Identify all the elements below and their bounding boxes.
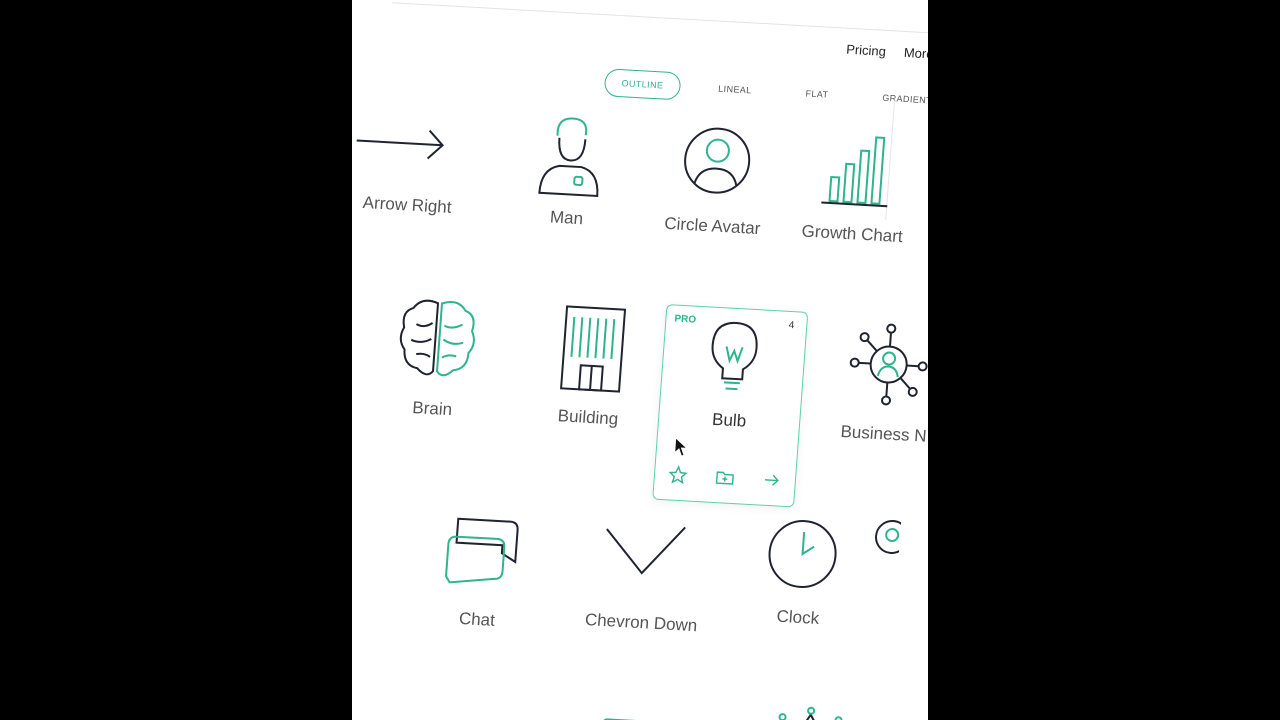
icon-label: Business N: [839, 421, 928, 446]
icon-label: Bulb: [711, 409, 747, 431]
nav-pricing-link[interactable]: Pricing: [846, 42, 887, 59]
top-nav: Pricing More: [846, 42, 928, 62]
tab-lineal[interactable]: LINEAL: [701, 75, 768, 105]
icon-card-brain[interactable]: Brain: [362, 291, 511, 423]
bulb-icon: [711, 321, 758, 391]
circle-avatar-icon: [684, 127, 751, 194]
icon-label: Chat: [458, 608, 496, 630]
icon-card-chat[interactable]: Chat: [406, 510, 554, 634]
growth-chart-icon: [821, 136, 888, 208]
nav-more-link[interactable]: More: [903, 45, 928, 62]
partial-cards-icon: [601, 718, 645, 720]
icon-label: Building: [557, 406, 619, 429]
business-network-icon: [849, 323, 928, 406]
icon-card-bulb[interactable]: PRO 4 Bulb: [652, 304, 809, 508]
arrow-right-icon: [356, 129, 444, 160]
icon-card-circle-avatar[interactable]: Circle Avatar: [642, 117, 790, 241]
icon-label: Chevron Down: [584, 609, 698, 636]
icon-card-building[interactable]: Building: [517, 300, 666, 432]
browser-viewport: Pricing More OUTLINE LINEAL FLAT GRADIEN…: [352, 0, 928, 720]
header-divider: [391, 2, 928, 34]
partial-crown-icon: [774, 706, 844, 720]
icon-card-chevron-down[interactable]: Chevron Down: [570, 513, 718, 637]
icon-library-page: Pricing More OUTLINE LINEAL FLAT GRADIEN…: [352, 0, 928, 720]
icon-card-growth-chart[interactable]: Growth Chart: [781, 125, 928, 249]
mouse-cursor-icon: [674, 436, 689, 457]
man-icon: [538, 117, 599, 198]
brain-icon: [399, 299, 475, 377]
card-actions: [654, 465, 795, 493]
icon-card-business-network[interactable]: Business N: [813, 317, 928, 449]
icon-label: Brain: [411, 398, 453, 420]
style-filter-tabs: OUTLINE LINEAL FLAT GRADIENT: [603, 68, 928, 115]
folder-icon[interactable]: [714, 468, 735, 489]
partial-icon: [875, 519, 902, 554]
tab-outline[interactable]: OUTLINE: [603, 68, 682, 101]
pro-badge: PRO: [674, 313, 697, 326]
arrow-right-icon[interactable]: [761, 471, 782, 492]
chevron-down-icon: [606, 526, 686, 575]
star-icon[interactable]: [668, 465, 689, 486]
clock-icon: [768, 520, 837, 588]
variant-count: 4: [788, 319, 795, 332]
chat-icon: [445, 517, 519, 584]
tab-gradient[interactable]: GRADIENT: [865, 84, 928, 114]
tab-flat[interactable]: FLAT: [789, 80, 846, 109]
icon-label: Arrow Right: [362, 192, 453, 217]
icon-card-arrow-right[interactable]: Arrow Right: [352, 110, 484, 220]
icon-card-clock[interactable]: Clock: [727, 508, 875, 632]
icon-label: Circle Avatar: [663, 213, 762, 239]
building-icon: [560, 305, 627, 393]
icon-label: Growth Chart: [800, 221, 904, 247]
icon-card-man[interactable]: Man: [496, 109, 644, 233]
icon-label: Man: [549, 207, 584, 229]
icon-label: Clock: [775, 606, 820, 629]
